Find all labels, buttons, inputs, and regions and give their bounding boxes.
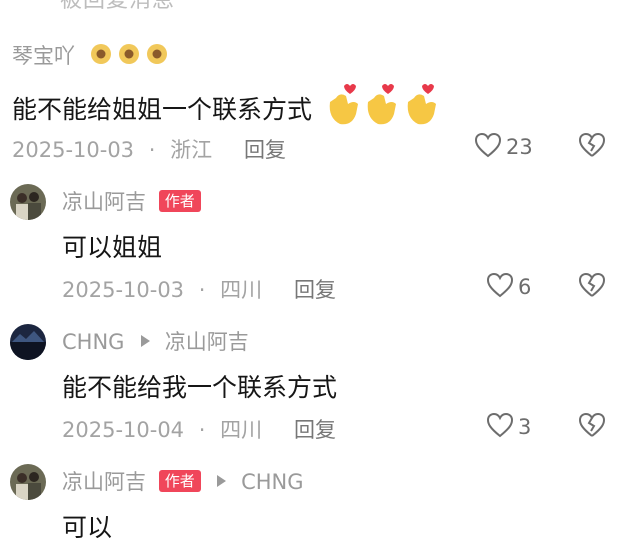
finger-heart-emoji-icon xyxy=(324,82,446,134)
like-count: 3 xyxy=(518,415,532,439)
comment-item: CHNG 凉山阿吉 能不能给我一个联系方式 2025-10-04 · 四川 回复… xyxy=(0,324,640,454)
comment-date: 2025-10-03 xyxy=(12,138,135,162)
username[interactable]: 凉山阿吉 xyxy=(62,470,146,494)
username-row: CHNG 凉山阿吉 xyxy=(62,326,249,356)
like-count: 6 xyxy=(518,275,532,299)
comment-location: 四川 xyxy=(220,418,263,442)
dislike-button[interactable] xyxy=(578,412,606,442)
heart-outline-icon xyxy=(474,132,502,162)
username-row: 凉山阿吉 作者 xyxy=(62,186,201,216)
comment-item: 琴宝吖 能不能给姐姐一个联系方式 2025-10-03 · 浙江 回复 23 xyxy=(0,36,640,166)
comment-text: 能不能给我一个联系方式 xyxy=(62,373,338,402)
author-badge: 作者 xyxy=(158,190,201,212)
like-count: 23 xyxy=(506,135,533,159)
reply-to-username[interactable]: CHNG xyxy=(241,470,303,494)
username-row: 凉山阿吉 作者 CHNG xyxy=(62,466,304,496)
comment-item: 凉山阿吉 作者 CHNG 可以 xyxy=(0,464,640,544)
separator: · xyxy=(148,138,156,162)
avatar[interactable] xyxy=(10,184,46,220)
reply-button[interactable]: 回复 xyxy=(244,134,286,164)
broken-heart-icon xyxy=(578,132,606,162)
reply-button[interactable]: 回复 xyxy=(294,414,336,444)
avatar[interactable] xyxy=(10,464,46,500)
username[interactable]: 凉山阿吉 xyxy=(62,190,146,214)
separator: · xyxy=(198,418,206,442)
comment-date: 2025-10-03 xyxy=(62,278,185,302)
broken-heart-icon xyxy=(578,412,606,442)
avatar[interactable] xyxy=(10,324,46,360)
reply-arrow-icon xyxy=(217,475,227,487)
dislike-button[interactable] xyxy=(578,132,606,162)
comment-text: 能不能给姐姐一个联系方式 xyxy=(12,82,446,134)
comment-meta: 2025-10-03 · 浙江 xyxy=(12,134,212,164)
username[interactable]: CHNG xyxy=(62,330,124,354)
reply-to-username[interactable]: 凉山阿吉 xyxy=(165,330,249,354)
author-badge: 作者 xyxy=(158,470,201,492)
comment-meta: 2025-10-04 · 四川 xyxy=(62,414,262,444)
like-button[interactable]: 3 xyxy=(486,412,531,442)
like-button[interactable]: 23 xyxy=(474,132,533,162)
separator: · xyxy=(198,278,206,302)
heart-outline-icon xyxy=(486,412,514,442)
reply-button[interactable]: 回复 xyxy=(294,274,336,304)
comment-text: 可以姐姐 xyxy=(62,233,163,262)
partial-text: 被回复消息 xyxy=(60,0,176,13)
comment-date: 2025-10-04 xyxy=(62,418,185,442)
sunflower-emoji-icon xyxy=(88,41,172,72)
dislike-button[interactable] xyxy=(578,272,606,302)
broken-heart-icon xyxy=(578,272,606,302)
bottom-edge xyxy=(0,540,640,554)
heart-outline-icon xyxy=(486,272,514,302)
username[interactable]: 琴宝吖 xyxy=(12,40,172,72)
reply-arrow-icon xyxy=(141,335,151,347)
like-button[interactable]: 6 xyxy=(486,272,531,302)
comment-text: 可以 xyxy=(62,513,113,542)
comment-location: 浙江 xyxy=(170,138,213,162)
comment-item: 凉山阿吉 作者 可以姐姐 2025-10-03 · 四川 回复 6 xyxy=(0,184,640,314)
comment-location: 四川 xyxy=(220,278,263,302)
comment-meta: 2025-10-03 · 四川 xyxy=(62,274,262,304)
